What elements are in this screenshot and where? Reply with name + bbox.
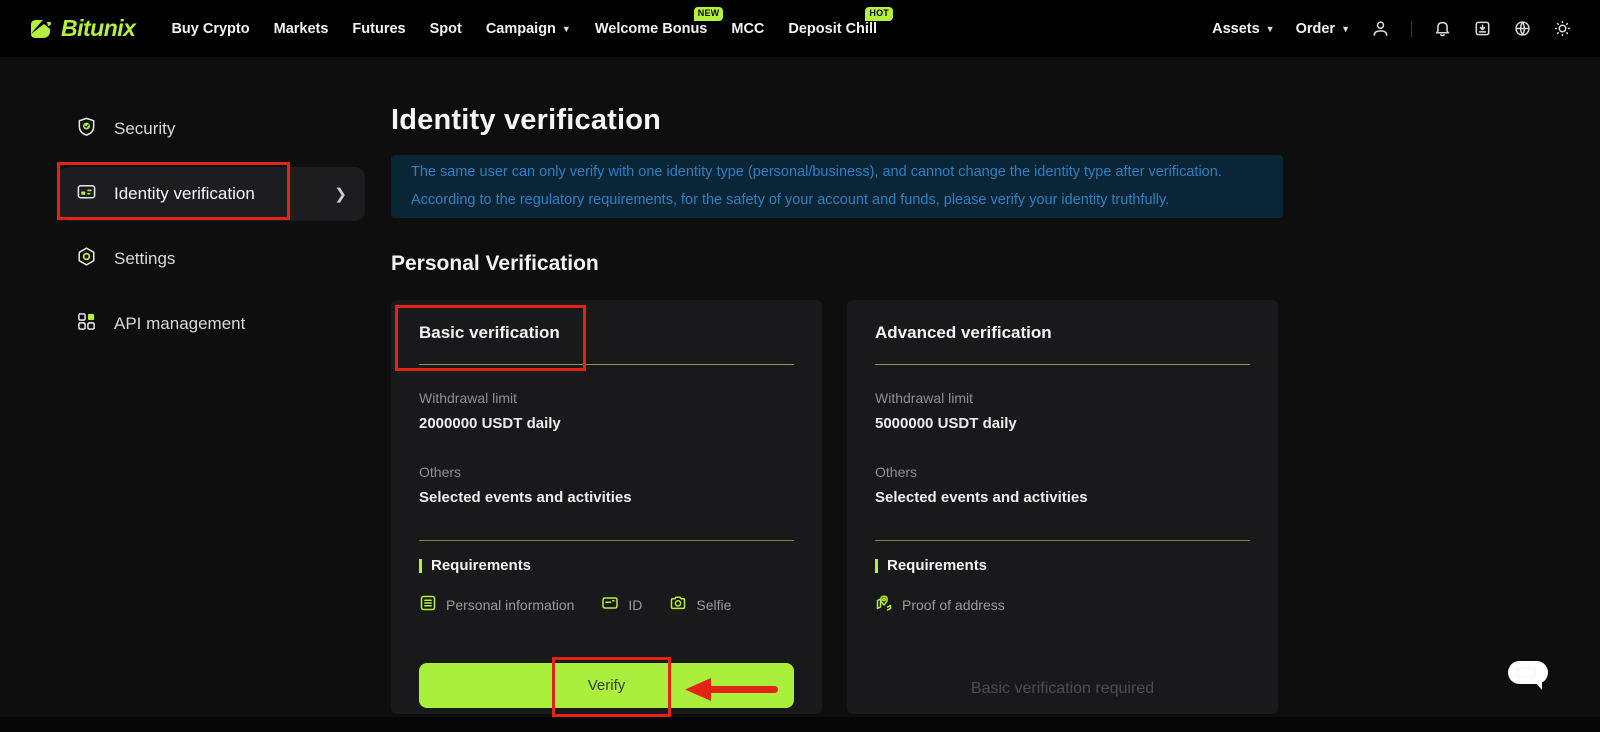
requirements-title: Requirements [431,557,531,574]
sidebar-item-identity-verification[interactable]: Identity verification ❯ [58,167,365,221]
sidebar-item-label: Security [114,119,175,139]
requirement-label: ID [628,597,642,613]
requirements-header: Requirements [419,557,794,574]
requirement-proof-of-address: Proof of address [875,594,1005,615]
sidebar-item-security[interactable]: Security [58,102,365,156]
others-value: Selected events and activities [875,489,1250,506]
main-nav: Buy Crypto Markets Futures Spot Campaign… [171,21,877,37]
withdrawal-limit-label: Withdrawal limit [419,390,794,406]
basic-verification-required-note: Basic verification required [847,680,1278,698]
bitunix-logo-text: Bitunix [61,15,135,42]
requirement-label: Personal information [446,597,574,613]
top-navbar: Bitunix Buy Crypto Markets Futures Spot … [0,0,1600,57]
main-content: Identity verification The same user can … [391,57,1283,714]
chevron-down-icon: ▼ [1266,24,1275,34]
sidebar-item-api-management[interactable]: API management [58,297,365,351]
nav-label: Deposit Chill [788,21,877,37]
card-title-underline [875,364,1250,365]
page-title: Identity verification [391,104,1283,137]
nav-item-buy-crypto[interactable]: Buy Crypto [171,21,249,37]
nav-label: Welcome Bonus [595,21,708,37]
notice-line-2: According to the regulatory requirements… [411,190,1263,211]
notice-line-1: The same user can only verify with one i… [411,162,1263,183]
requirement-id: ID [601,594,642,615]
chat-support-button[interactable] [1506,659,1550,696]
nav-item-futures[interactable]: Futures [352,21,405,37]
others-label: Others [419,464,794,480]
new-badge: NEW [694,7,724,21]
sidebar-item-label: Identity verification [114,184,255,204]
nav-label: Assets [1212,21,1260,37]
nav-item-mcc[interactable]: MCC [731,21,764,37]
card-divider [875,540,1250,541]
basic-verification-card: Basic verification Withdrawal limit 2000… [391,300,822,714]
map-pin-icon [875,594,893,615]
nav-label: Spot [430,21,462,37]
nav-item-assets[interactable]: Assets ▼ [1212,21,1274,37]
card-divider [419,540,794,541]
chevron-right-icon: ❯ [334,185,347,203]
card-title: Advanced verification [875,323,1250,343]
withdrawal-limit-value: 2000000 USDT daily [419,415,794,432]
nav-label: Order [1296,21,1336,37]
id-card-small-icon [601,594,619,615]
user-icon[interactable] [1371,19,1390,38]
requirements-title: Requirements [887,557,987,574]
bitunix-logo[interactable]: Bitunix [28,15,135,42]
nav-label: Campaign [486,21,556,37]
nav-item-order[interactable]: Order ▼ [1296,21,1350,37]
globe-icon[interactable] [1513,19,1532,38]
nav-item-welcome-bonus[interactable]: Welcome BonusNEW [595,21,708,37]
nav-item-deposit-chill[interactable]: Deposit ChillHOT [788,21,877,37]
requirements-header: Requirements [875,557,1250,574]
card-title-underline [419,364,794,365]
download-doc-icon[interactable] [1473,19,1492,38]
verify-button[interactable]: Verify [419,663,794,708]
bitunix-logo-icon [28,16,54,42]
footer-strip [0,717,1600,732]
others-value: Selected events and activities [419,489,794,506]
requirements-accent-bar [419,559,422,573]
withdrawal-limit-value: 5000000 USDT daily [875,415,1250,432]
requirement-label: Proof of address [902,597,1005,613]
sidebar-item-settings[interactable]: Settings [58,232,365,286]
document-lines-icon [419,594,437,615]
chevron-down-icon: ▼ [1341,24,1350,34]
shield-check-icon [76,116,97,142]
nav-item-markets[interactable]: Markets [274,21,329,37]
nav-item-spot[interactable]: Spot [430,21,462,37]
nav-label: Futures [352,21,405,37]
hot-badge: HOT [865,7,893,21]
advanced-verification-card: Advanced verification Withdrawal limit 5… [847,300,1278,714]
sidebar-item-label: Settings [114,249,175,269]
card-title: Basic verification [419,323,794,343]
nav-label: MCC [731,21,764,37]
withdrawal-limit-label: Withdrawal limit [875,390,1250,406]
nav-label: Buy Crypto [171,21,249,37]
requirements-accent-bar [875,559,878,573]
requirement-personal-information: Personal information [419,594,574,615]
settings-sidebar: Security Identity verification ❯ Setting… [0,57,390,362]
settings-hexagon-icon [76,246,97,272]
requirement-selfie: Selfie [669,594,731,615]
requirements-row: Proof of address [875,594,1250,615]
id-card-icon [76,181,97,207]
header-divider [1411,21,1412,37]
camera-icon [669,594,687,615]
verification-cards: Basic verification Withdrawal limit 2000… [391,300,1283,714]
nav-item-campaign[interactable]: Campaign ▼ [486,21,571,37]
requirement-label: Selfie [696,597,731,613]
notice-banner: The same user can only verify with one i… [391,155,1283,218]
navbar-right: Assets ▼ Order ▼ [1212,19,1572,38]
sidebar-item-label: API management [114,314,245,334]
theme-sun-icon[interactable] [1553,19,1572,38]
others-label: Others [875,464,1250,480]
nav-label: Markets [274,21,329,37]
grid-apps-icon [76,311,97,337]
requirements-row: Personal information ID [419,594,794,615]
chevron-down-icon: ▼ [562,24,571,34]
bell-icon[interactable] [1433,19,1452,38]
section-title: Personal Verification [391,252,1283,276]
